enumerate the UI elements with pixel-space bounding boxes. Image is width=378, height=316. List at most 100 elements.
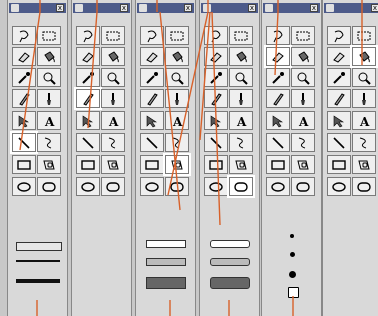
bezier-tool-button[interactable] — [37, 133, 61, 152]
zoom-tool-button[interactable] — [37, 68, 61, 87]
rectangle-tool-button[interactable] — [140, 155, 164, 174]
oval-tool-button[interactable] — [101, 177, 125, 196]
paint-bucket-tool-button[interactable] — [352, 47, 376, 66]
zoom-tool-button[interactable] — [229, 68, 253, 87]
arrow-tool-button[interactable] — [327, 111, 351, 130]
paint-bucket-tool-button[interactable] — [101, 47, 125, 66]
rounded-rect-tool-button[interactable] — [37, 155, 61, 174]
lasso-tool-button[interactable] — [140, 26, 164, 45]
zoom-tool-button[interactable] — [352, 68, 376, 87]
lasso-tool-button[interactable] — [12, 26, 36, 45]
arrow-tool-button[interactable] — [12, 111, 36, 130]
zoom-tool-button[interactable] — [101, 68, 125, 87]
rectangle-tool-button[interactable] — [327, 155, 351, 174]
ellipse-tool-button[interactable] — [204, 177, 228, 196]
rectangle-tool-button[interactable] — [12, 155, 36, 174]
dot-large[interactable] — [288, 271, 296, 278]
palette-titlebar[interactable]: x — [9, 3, 66, 13]
marquee-tool-button[interactable] — [37, 26, 61, 45]
close-button[interactable]: x — [310, 4, 318, 12]
ellipse-tool-button[interactable] — [140, 177, 164, 196]
eraser-tool-button[interactable] — [76, 47, 100, 66]
ellipse-tool-button[interactable] — [266, 177, 290, 196]
pencil-tool-button[interactable] — [266, 89, 290, 108]
brush-tool-button[interactable] — [291, 89, 315, 108]
rectangle-tool-button[interactable] — [204, 155, 228, 174]
close-button[interactable]: x — [56, 4, 64, 12]
line-preset-dash[interactable] — [16, 242, 62, 251]
line-tool-button[interactable] — [327, 133, 351, 152]
rounded-rect-tool-button[interactable] — [101, 155, 125, 174]
brush-tool-button[interactable] — [101, 89, 125, 108]
rect-preset-2[interactable] — [146, 258, 186, 266]
palette-titlebar[interactable]: x — [201, 3, 258, 13]
lasso-tool-button[interactable] — [327, 26, 351, 45]
rectangle-tool-button[interactable] — [76, 155, 100, 174]
line-tool-button[interactable] — [12, 133, 36, 152]
palette-titlebar[interactable]: x — [263, 3, 320, 13]
close-button[interactable]: x — [184, 4, 192, 12]
paint-bucket-tool-button[interactable] — [291, 47, 315, 66]
text-tool-button[interactable]: A — [165, 111, 189, 130]
bezier-tool-button[interactable] — [165, 133, 189, 152]
brush-tool-button[interactable] — [165, 89, 189, 108]
pencil-tool-button[interactable] — [204, 89, 228, 108]
ellipse-tool-button[interactable] — [12, 177, 36, 196]
palette-titlebar[interactable]: x — [324, 3, 378, 13]
rect-preset-1[interactable] — [146, 240, 186, 248]
oval-tool-button[interactable] — [352, 177, 376, 196]
text-tool-button[interactable]: A — [37, 111, 61, 130]
ellipse-tool-button[interactable] — [76, 177, 100, 196]
lasso-tool-button[interactable] — [204, 26, 228, 45]
eraser-tool-button[interactable] — [140, 47, 164, 66]
eyedropper-tool-button[interactable] — [266, 68, 290, 87]
line-preset-thick[interactable] — [16, 279, 60, 283]
text-tool-button[interactable]: A — [352, 111, 376, 130]
zoom-tool-button[interactable] — [291, 68, 315, 87]
line-tool-button[interactable] — [204, 133, 228, 152]
paint-bucket-tool-button[interactable] — [37, 47, 61, 66]
brush-tool-button[interactable] — [352, 89, 376, 108]
bezier-tool-button[interactable] — [352, 133, 376, 152]
rect-preset-3[interactable] — [146, 277, 186, 289]
oval-preset-3[interactable] — [210, 277, 250, 289]
dot-small[interactable] — [290, 234, 294, 238]
close-button[interactable]: x — [371, 4, 378, 12]
marquee-tool-button[interactable] — [291, 26, 315, 45]
rounded-rect-tool-button[interactable] — [352, 155, 376, 174]
lasso-tool-button[interactable] — [76, 26, 100, 45]
rounded-rect-tool-button[interactable] — [229, 155, 253, 174]
marquee-tool-button[interactable] — [165, 26, 189, 45]
eyedropper-tool-button[interactable] — [12, 68, 36, 87]
eyedropper-tool-button[interactable] — [327, 68, 351, 87]
oval-tool-button[interactable] — [229, 177, 253, 196]
rounded-rect-tool-button[interactable] — [291, 155, 315, 174]
pencil-tool-button[interactable] — [12, 89, 36, 108]
ellipse-tool-button[interactable] — [327, 177, 351, 196]
brush-tool-button[interactable] — [229, 89, 253, 108]
marquee-tool-button[interactable] — [229, 26, 253, 45]
eraser-tool-button[interactable] — [327, 47, 351, 66]
eraser-tool-button[interactable] — [266, 47, 290, 66]
oval-tool-button[interactable] — [37, 177, 61, 196]
eyedropper-tool-button[interactable] — [140, 68, 164, 87]
rounded-rect-tool-button[interactable] — [165, 155, 189, 174]
pencil-tool-button[interactable] — [140, 89, 164, 108]
brush-tool-button[interactable] — [37, 89, 61, 108]
eyedropper-tool-button[interactable] — [76, 68, 100, 87]
eyedropper-tool-button[interactable] — [204, 68, 228, 87]
line-tool-button[interactable] — [140, 133, 164, 152]
marquee-tool-button[interactable] — [352, 26, 376, 45]
dot-medium[interactable] — [289, 252, 295, 257]
bezier-tool-button[interactable] — [101, 133, 125, 152]
pencil-tool-button[interactable] — [327, 89, 351, 108]
bezier-tool-button[interactable] — [229, 133, 253, 152]
palette-titlebar[interactable]: x — [73, 3, 130, 13]
line-tool-button[interactable] — [76, 133, 100, 152]
arrow-tool-button[interactable] — [140, 111, 164, 130]
arrow-tool-button[interactable] — [76, 111, 100, 130]
bezier-tool-button[interactable] — [291, 133, 315, 152]
text-tool-button[interactable]: A — [101, 111, 125, 130]
palette-titlebar[interactable]: x — [137, 3, 194, 13]
rectangle-tool-button[interactable] — [266, 155, 290, 174]
